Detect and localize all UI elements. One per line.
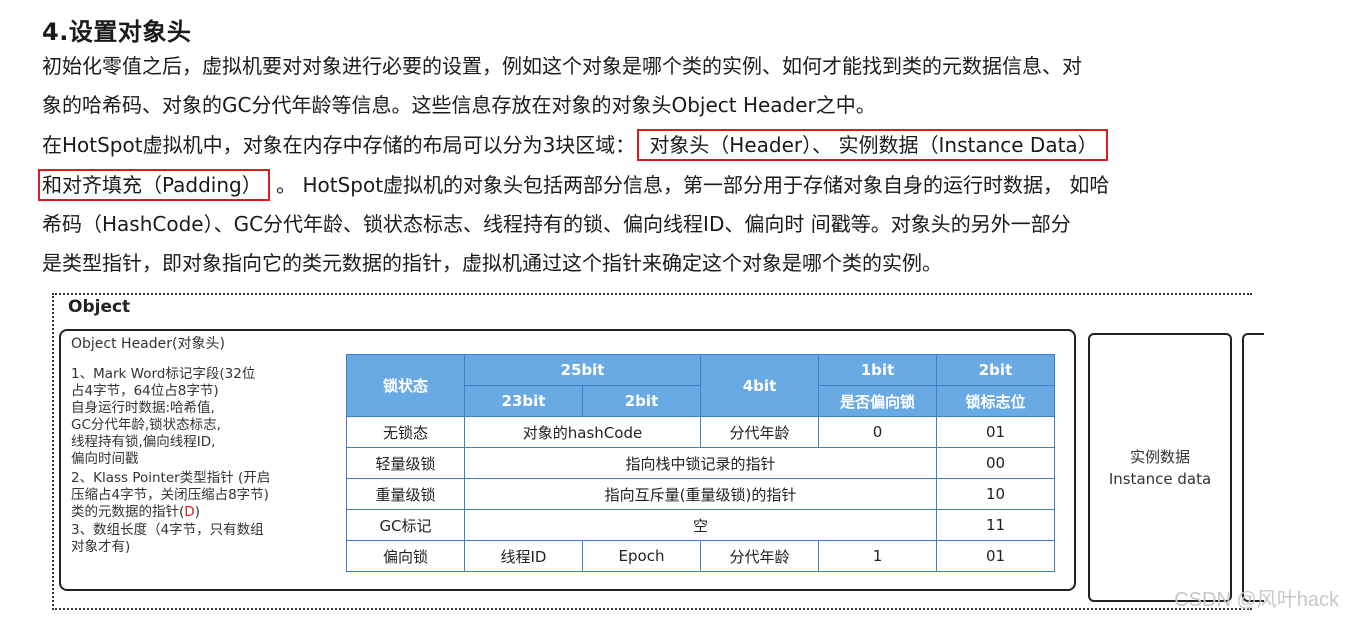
- header-desc-line: 压缩占4字节，关闭压缩占8字节): [71, 487, 269, 503]
- header-desc-line: 1、Mark Word标记字段(32位: [71, 366, 256, 382]
- table-row: GC标记 空 11: [346, 509, 1055, 541]
- header-desc-line: 3、数组长度（4字节，只有数组: [71, 522, 264, 538]
- header-4bit: 4bit: [700, 354, 819, 417]
- header-desc-line: 2、Klass Pointer类型指针 (开启: [71, 470, 271, 486]
- header-desc-line: 自身运行时数据:哈希值,: [71, 400, 215, 416]
- paragraph-line-5: 希码（HashCode）、GC分代年龄、锁状态标志、线程持有的锁、偏向线程ID、…: [42, 212, 1071, 236]
- instance-data-box: 实例数据 Instance data: [1088, 333, 1232, 602]
- cell-flag: 00: [936, 447, 1055, 479]
- highlight-box-padding: 和对齐填充（Padding）: [38, 169, 270, 201]
- paragraph-line-4: 和对齐填充（Padding） 。 HotSpot虚拟机的对象头包括两部分信息，第…: [38, 169, 1110, 201]
- cell-flag: 01: [936, 416, 1055, 448]
- header-desc-line: 线程持有锁,偏向线程ID,: [71, 434, 216, 450]
- class-pointer-red-mark: D: [184, 504, 195, 520]
- table-row: 重量级锁 指向互斥量(重量级锁)的指针 10: [346, 478, 1055, 510]
- paragraph-line-6: 是类型指针，即对象指向它的类元数据的指针，虚拟机通过这个指针来确定这个对象是哪个…: [42, 251, 942, 275]
- cell-biased: 1: [818, 540, 937, 572]
- cell-state: GC标记: [346, 509, 465, 541]
- cell-epoch: Epoch: [582, 540, 701, 572]
- cell-content: 指向互斥量(重量级锁)的指针: [464, 478, 937, 510]
- paragraph-line-3: 在HotSpot虚拟机中，对象在内存中存储的布局可以分为3块区域： 对象头（Hea…: [42, 129, 1108, 161]
- cell-flag: 01: [936, 540, 1055, 572]
- cell-flag: 11: [936, 509, 1055, 541]
- object-label: Object: [68, 297, 131, 317]
- header-desc-line: 对象才有): [71, 539, 131, 555]
- header-23bit: 23bit: [464, 385, 583, 417]
- header-2bit: 2bit: [936, 354, 1055, 386]
- header-biased: 是否偏向锁: [818, 385, 937, 417]
- cell-age: 分代年龄: [700, 416, 819, 448]
- object-header-box: Object Header(对象头) 1、Mark Word标记字段(32位 占…: [59, 329, 1076, 591]
- cell-age: 分代年龄: [700, 540, 819, 572]
- cell-state: 轻量级锁: [346, 447, 465, 479]
- table-row: 轻量级锁 指向栈中锁记录的指针 00: [346, 447, 1055, 479]
- padding-box: [1242, 333, 1264, 602]
- table-row: 偏向锁 线程ID Epoch 分代年龄 1 01: [346, 540, 1055, 572]
- header-lock-flag: 锁标志位: [936, 385, 1055, 417]
- cell-hashcode: 对象的hashCode: [464, 416, 701, 448]
- header-desc-line: 类的元数据的指针(D): [71, 504, 200, 521]
- header-25bit: 25bit: [464, 354, 701, 386]
- section-title: 4.设置对象头: [42, 18, 192, 46]
- paragraph-line-2: 象的哈希码、对象的GC分代年龄等信息。这些信息存放在对象的对象头Object H…: [42, 93, 876, 117]
- cell-state: 无锁态: [346, 416, 465, 448]
- cell-content: 空: [464, 509, 937, 541]
- paragraph-line-3-prefix: 在HotSpot虚拟机中，对象在内存中存储的布局可以分为3块区域：: [42, 133, 636, 157]
- watermark: CSDN @风叶hack: [1174, 589, 1339, 611]
- instance-data-label: 实例数据: [1129, 447, 1190, 466]
- class-pointer-suffix: ): [194, 504, 200, 520]
- cell-state: 偏向锁: [346, 540, 465, 572]
- header-desc-line: 偏向时间戳: [71, 451, 139, 467]
- header-lock-state: 锁状态: [346, 354, 465, 417]
- highlight-box-header-instance: 对象头（Header）、 实例数据（Instance Data）: [637, 129, 1108, 161]
- mark-word-table: 锁状态 25bit 4bit 1bit 2bit 23bit 2bit 是否偏向…: [346, 354, 1055, 572]
- paragraph-line-4-suffix: 。 HotSpot虚拟机的对象头包括两部分信息，第一部分用于存储对象自身的运行时…: [269, 173, 1110, 197]
- cell-flag: 10: [936, 478, 1055, 510]
- object-layout-diagram: Object Object Header(对象头) 1、Mark Word标记字…: [52, 293, 1264, 610]
- cell-biased: 0: [818, 416, 937, 448]
- header-2bit-sub: 2bit: [582, 385, 701, 417]
- paragraph-line-1: 初始化零值之后，虚拟机要对对象进行必要的设置，例如这个对象是哪个类的实例、如何才…: [42, 54, 1082, 78]
- header-desc-line: GC分代年龄,锁状态标志,: [71, 417, 221, 433]
- instance-data-label-en: Instance data: [1108, 469, 1212, 488]
- object-header-title: Object Header(对象头): [71, 336, 225, 352]
- cell-state: 重量级锁: [346, 478, 465, 510]
- class-pointer-prefix: 类的元数据的指针(: [71, 504, 185, 520]
- table-header-row: 锁状态 25bit 4bit 1bit 2bit: [346, 354, 1055, 417]
- cell-content: 指向栈中锁记录的指针: [464, 447, 937, 479]
- table-row: 无锁态 对象的hashCode 分代年龄 0 01: [346, 416, 1055, 448]
- header-1bit: 1bit: [818, 354, 937, 386]
- header-desc-line: 占4字节，64位占8字节): [71, 383, 219, 399]
- cell-thread-id: 线程ID: [464, 540, 583, 572]
